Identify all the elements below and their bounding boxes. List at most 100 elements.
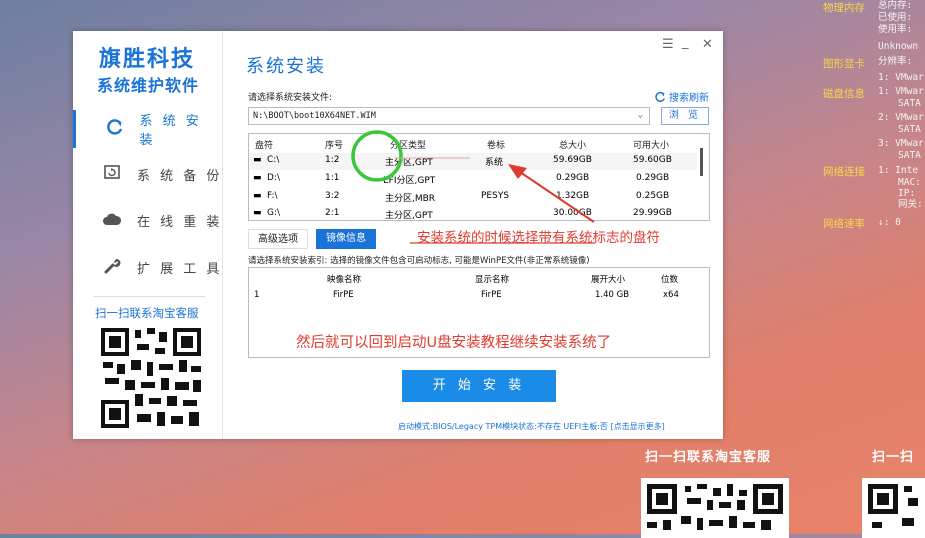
partition-type: EFI分区,GPT — [383, 176, 436, 186]
total-size: 1.32GB — [556, 191, 590, 201]
sidebar-item-label: 扩 展 工 具 — [137, 261, 223, 277]
total-size: 0.29GB — [556, 173, 590, 183]
sysinfo-key-disk: 磁盘信息 — [823, 88, 865, 100]
search-refresh-button[interactable]: 搜索刷新 — [654, 89, 709, 104]
menu-icon[interactable]: ☰ — [662, 37, 674, 52]
partition-type: 主分区,MBR — [385, 194, 436, 204]
column-header: 展开大小 — [591, 275, 626, 285]
sysinfo-value: SATA — [898, 124, 921, 135]
free-size: 0.25GB — [636, 191, 670, 201]
table-row[interactable]: 1 FirPE FirPE 1.40 GB x64 — [249, 288, 709, 304]
partition-table-header: 盘符 序号 分区类型 卷标 总大小 可用大小 — [249, 136, 697, 153]
chevron-down-icon: ⌄ — [637, 110, 643, 120]
partition-table: 盘符 序号 分区类型 卷标 总大小 可用大小 ▬ C:\ 1:2 主分区,GPT… — [248, 133, 710, 221]
volume-label: 系统 — [485, 158, 504, 168]
qr-code-icon — [868, 484, 918, 528]
image-bits: x64 — [663, 290, 679, 300]
table-row[interactable]: ▬ C:\ 1:2 主分区,GPT 系统 59.69GB 59.60GB — [249, 153, 697, 170]
sidebar-qr-code — [101, 328, 201, 432]
file-path-select[interactable]: N:\BOOT\boot10X64NET.WIM ⌄ — [248, 107, 650, 125]
drive-icon: ▬ — [253, 208, 262, 218]
sysinfo-key-memory: 物理内存 — [823, 2, 865, 14]
image-size: 1.40 GB — [595, 290, 630, 300]
drive-letter: G:\ — [267, 208, 281, 218]
sysinfo-key-network: 网络连接 — [823, 166, 865, 178]
partition-index: 2:1 — [325, 208, 340, 218]
sysinfo-value: MAC: — [898, 177, 921, 188]
sysinfo-value: 总内存: — [878, 0, 913, 11]
sysinfo-value: 2: VMwar — [878, 112, 924, 123]
sysinfo-value: 使用率: — [878, 24, 913, 35]
sysinfo-value: 网关: — [898, 199, 923, 210]
annotation-note-1: 安装系统的时候选择带有系统标志的盘符 — [417, 230, 660, 246]
browse-button[interactable]: 浏 览 — [661, 107, 709, 125]
desktop-qr-label-2: 扫一扫 — [872, 450, 915, 465]
tab-advanced-options[interactable]: 高级选项 — [248, 229, 308, 249]
table-row[interactable]: ▬ D:\ 1:1 EFI分区,GPT 0.29GB 0.29GB — [249, 171, 697, 188]
brand-title: 旗胜科技 — [99, 47, 196, 72]
column-header: 盘符 — [255, 141, 274, 151]
qr-code-icon — [647, 484, 783, 530]
sidebar-item-system-backup[interactable]: 系 统 备 份 — [73, 155, 223, 193]
sidebar-item-label: 系 统 备 份 — [137, 168, 223, 184]
volume-label: PESYS — [481, 191, 510, 201]
column-header: 分区类型 — [390, 141, 427, 151]
status-bar[interactable]: 启动模式:BIOS/Legacy TPM模块状态:不存在 UEFI主板:否 [点… — [398, 421, 665, 432]
column-header: 映像名称 — [327, 275, 362, 285]
sysinfo-value: 1: Inte — [878, 165, 919, 176]
partition-scrollbar[interactable] — [697, 136, 707, 218]
drive-icon: ▬ — [253, 155, 262, 165]
desktop-sysinfo-panel: 物理内存 总内存: 已使用: 使用率: Unknown 图形显卡 分辨率: 1:… — [820, 0, 925, 240]
sysinfo-key-speed: 网络速率 — [823, 218, 865, 230]
drive-letter: D:\ — [267, 173, 280, 183]
partition-type: 主分区,GPT — [385, 211, 433, 221]
backup-icon — [99, 163, 125, 186]
sidebar-item-system-install[interactable]: 系 统 安 装 — [73, 110, 223, 148]
tab-image-info[interactable]: 镜像信息 — [316, 229, 376, 249]
total-size: 30.00GB — [553, 208, 592, 218]
image-table-header: 映像名称 显示名称 展开大小 位数 — [249, 271, 709, 287]
column-header: 显示名称 — [475, 275, 510, 285]
partition-index: 1:2 — [325, 155, 340, 165]
refresh-icon — [102, 118, 127, 141]
column-header: 序号 — [325, 141, 344, 151]
free-size: 59.60GB — [633, 155, 672, 165]
sysinfo-value: SATA — [898, 98, 921, 109]
refresh-icon — [655, 91, 665, 102]
file-path-value: N:\BOOT\boot10X64NET.WIM — [253, 111, 376, 121]
image-display-name: FirPE — [481, 290, 502, 300]
column-header: 位数 — [661, 275, 679, 285]
column-header: 卷标 — [487, 141, 506, 151]
drive-icon: ▬ — [253, 173, 262, 183]
sidebar-qr-label: 扫一扫联系淘宝客服 — [95, 306, 199, 320]
select-file-label: 请选择系统安装文件: — [248, 93, 333, 103]
image-index-label: 请选择系统安装索引: 选择的镜像文件包含可启动标志, 可能是WinPE文件(非正… — [248, 256, 590, 266]
desktop-qr-code — [641, 478, 789, 538]
start-install-button[interactable]: 开 始 安 装 — [402, 370, 556, 402]
sidebar-item-online-reinstall[interactable]: 在 线 重 装 — [73, 201, 223, 239]
sidebar: 旗胜科技 系统维护软件 系 统 安 装 系 统 备 份 在 线 重 装 扩 展 … — [73, 31, 223, 439]
drive-letter: F:\ — [267, 191, 278, 201]
cloud-icon — [99, 210, 125, 231]
annotation-note-2: 然后就可以回到启动U盘安装教程继续安装系统了 — [296, 335, 612, 351]
image-name: FirPE — [333, 290, 354, 300]
scrollbar-thumb[interactable] — [700, 148, 703, 176]
desktop-qr-label: 扫一扫联系淘宝客服 — [645, 450, 772, 465]
sidebar-item-label: 在 线 重 装 — [137, 214, 223, 230]
sysinfo-value: Unknown — [878, 41, 919, 52]
partition-type: 主分区,GPT — [385, 158, 433, 168]
table-row[interactable]: ▬ F:\ 3:2 主分区,MBR PESYS 1.32GB 0.25GB — [249, 189, 697, 206]
table-row[interactable]: ▬ G:\ 2:1 主分区,GPT 30.00GB 29.99GB — [249, 206, 697, 221]
brand-subtitle: 系统维护软件 — [97, 76, 200, 95]
close-button[interactable]: ✕ — [702, 37, 713, 52]
sidebar-item-extend-tools[interactable]: 扩 展 工 具 — [73, 248, 223, 286]
sidebar-item-label: 系 统 安 装 — [139, 114, 202, 148]
total-size: 59.69GB — [553, 155, 592, 165]
sysinfo-key-gpu: 图形显卡 — [823, 58, 865, 70]
sysinfo-value: IP: — [898, 188, 916, 199]
search-refresh-label: 搜索刷新 — [669, 93, 709, 104]
wrench-icon — [99, 256, 125, 279]
minimize-button[interactable]: _ — [682, 35, 689, 50]
sysinfo-value: 3: VMwar — [878, 138, 924, 149]
drive-letter: C:\ — [267, 155, 280, 165]
